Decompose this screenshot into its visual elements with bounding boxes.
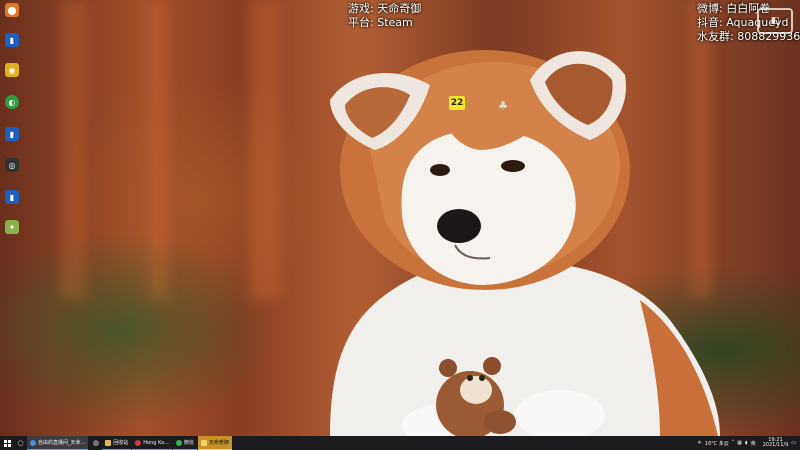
- taskbar-item-game[interactable]: 天命奇御: [197, 436, 232, 450]
- desktop-icon-recycle[interactable]: ⬤: [2, 3, 22, 17]
- app-icon: ▮: [5, 190, 19, 204]
- chevron-up-icon[interactable]: ˄: [732, 440, 735, 446]
- fans-label: 水友群:: [697, 30, 734, 43]
- desktop-icon-app8[interactable]: ♣: [495, 98, 511, 112]
- task-label: 回收站: [113, 440, 129, 446]
- weibo-label: 微博:: [697, 2, 723, 15]
- app-icon: ▮: [5, 127, 19, 141]
- puppy-photo: [330, 50, 720, 436]
- language-indicator[interactable]: 英: [751, 440, 756, 447]
- badge-22-icon[interactable]: 22: [449, 96, 465, 110]
- clock-date: 2021/11/9: [762, 442, 789, 448]
- taskbar-item-recycle[interactable]: 回收站: [102, 436, 132, 450]
- game-icon: [200, 439, 207, 446]
- task-label: 微信: [183, 440, 194, 446]
- game-row: 游戏: 天命奇御: [348, 2, 421, 16]
- desktop-icon-app7[interactable]: ✦: [2, 220, 22, 234]
- clock[interactable]: 19:21 2021/11/9: [760, 438, 789, 448]
- task-label: 自由的直播间_天命...: [38, 440, 86, 446]
- desktop-icon-app1[interactable]: ▮: [2, 33, 22, 47]
- task-label: Hong Ko...: [143, 439, 169, 446]
- app-icon: ◎: [5, 158, 19, 172]
- search-icon[interactable]: ○: [14, 436, 27, 450]
- network-icon[interactable]: ▦: [737, 440, 742, 446]
- browser-icon: [30, 439, 36, 446]
- app-icon: ✦: [5, 220, 19, 234]
- stream-info-center: 游戏: 天命奇御 平台: Steam: [348, 2, 421, 30]
- app-icon: ◐: [5, 95, 19, 109]
- desktop-icon-app4[interactable]: ▮: [2, 127, 22, 141]
- watermark-logo-icon: ◧: [757, 8, 793, 34]
- taskbar-app-icon[interactable]: ◍: [89, 436, 102, 450]
- desktop-icon-app6[interactable]: ▮: [2, 190, 22, 204]
- desktop-wallpaper: ⬤ ▮ ◉ ◐ ▮ ◎ ▮ ✦ 22 ♣ 游戏: 天命奇御 平台: Steam …: [0, 0, 800, 436]
- desktop-icon-app5[interactable]: ◎: [2, 158, 22, 172]
- app-icon: ▮: [5, 33, 19, 47]
- douyin-label: 抖音:: [697, 16, 723, 29]
- app-icon: ⬤: [5, 3, 19, 17]
- desktop-icon-app3[interactable]: ◐: [2, 95, 22, 109]
- taskbar-item-hongkong[interactable]: Hong Ko...: [132, 436, 172, 450]
- taskbar-item-wechat[interactable]: 微信: [172, 436, 197, 450]
- app-icon: [135, 439, 142, 446]
- platform-row: 平台: Steam: [348, 16, 421, 30]
- wechat-icon: [175, 439, 182, 446]
- notification-icon[interactable]: ▭: [791, 440, 796, 446]
- app-icon: ◉: [5, 63, 19, 77]
- windows-logo-icon: [3, 439, 11, 447]
- task-label: 天命奇御: [208, 440, 229, 446]
- taskbar-item-browser[interactable]: 自由的直播间_天命...: [27, 436, 89, 450]
- platform-value: Steam: [377, 16, 413, 29]
- folder-icon: [105, 439, 112, 446]
- taskbar: ○ 自由的直播间_天命... ◍ 回收站 Hong Ko... 微信 天命奇御 …: [0, 436, 800, 450]
- weather-icon: ☀: [697, 440, 702, 446]
- weather-text[interactable]: 16°C 多云: [705, 440, 729, 447]
- volume-icon[interactable]: ◖: [745, 440, 748, 446]
- system-tray: ☀ 16°C 多云 ˄ ▦ ◖ 英 19:21 2021/11/9 ▭: [694, 436, 800, 450]
- platform-label: 平台:: [348, 16, 374, 29]
- desktop-icon-app2[interactable]: ◉: [2, 63, 22, 77]
- game-label: 游戏:: [348, 2, 374, 15]
- start-button[interactable]: [0, 436, 14, 450]
- game-value: 天命奇御: [377, 2, 422, 15]
